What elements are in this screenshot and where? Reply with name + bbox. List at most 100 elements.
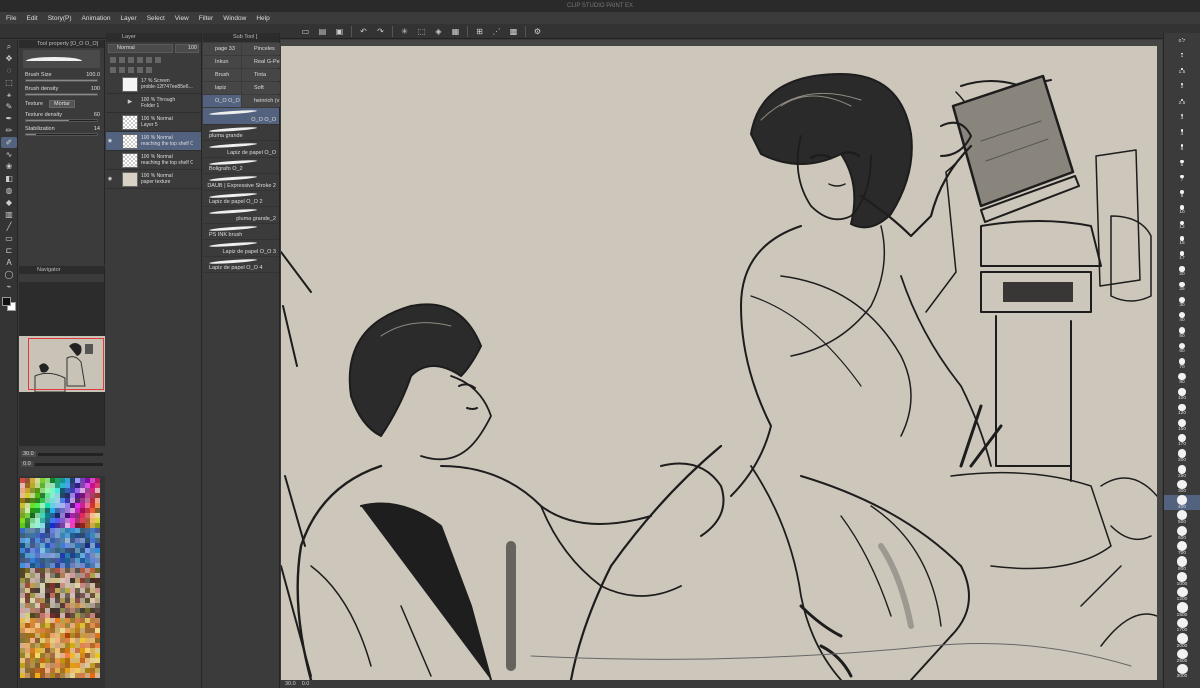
- brush-size-preset[interactable]: 1: [1164, 48, 1200, 63]
- draft-icon[interactable]: [128, 57, 134, 63]
- pen-tool-icon[interactable]: ✒: [1, 113, 17, 124]
- text-tool-icon[interactable]: A: [1, 257, 17, 268]
- sub-tool-group[interactable]: Inkun: [203, 56, 241, 68]
- menu-layer[interactable]: Layer: [120, 15, 136, 22]
- brush-size-preset[interactable]: 2000: [1164, 633, 1200, 649]
- fill-tool-icon[interactable]: ◆: [1, 197, 17, 208]
- sub-tool-group[interactable]: O_O O_O: [203, 95, 241, 107]
- brush-size-preset[interactable]: 30: [1164, 295, 1200, 310]
- brush-size-preset[interactable]: 120: [1164, 402, 1200, 417]
- brush-size-preset[interactable]: 1.5: [1164, 64, 1200, 79]
- menu-select[interactable]: Select: [147, 15, 165, 22]
- brush-size-preset[interactable]: 7: [1164, 172, 1200, 187]
- zoom-slider[interactable]: [37, 452, 103, 456]
- brush-size-preset[interactable]: 12: [1164, 218, 1200, 233]
- sub-tool-group[interactable]: Brush: [203, 69, 241, 81]
- ruler-tool-icon[interactable]: ⊏: [1, 245, 17, 256]
- merge-down-icon[interactable]: [137, 67, 143, 73]
- stabilization-slider[interactable]: [25, 133, 98, 136]
- brush-size-preset[interactable]: 60: [1164, 341, 1200, 356]
- menu-file[interactable]: File: [6, 15, 16, 22]
- eraser-tool-icon[interactable]: ◧: [1, 173, 17, 184]
- brush-item[interactable]: PS INK brush: [203, 224, 279, 240]
- decoration-tool-icon[interactable]: ❀: [1, 161, 17, 172]
- navigator-view-frame[interactable]: [28, 338, 104, 390]
- new-file-icon[interactable]: ▭: [300, 26, 311, 37]
- brush-size-preset[interactable]: 10: [1164, 202, 1200, 217]
- visibility-eye-icon[interactable]: ◉: [106, 176, 114, 182]
- texture-select[interactable]: Mortar: [49, 100, 75, 108]
- brush-size-preset[interactable]: 1000: [1164, 571, 1200, 587]
- grid-icon[interactable]: ▩: [508, 26, 519, 37]
- canvas-area[interactable]: [281, 40, 1162, 680]
- frame-tool-icon[interactable]: ▭: [1, 233, 17, 244]
- brush-size-preset[interactable]: 250: [1164, 464, 1200, 479]
- color-chips[interactable]: [1, 296, 17, 314]
- layer-row[interactable]: ◉ 100 % Normalreaching the top shelf Copy: [106, 132, 201, 151]
- lasso-tool-icon[interactable]: ◌: [1, 65, 17, 76]
- menu-window[interactable]: Window: [223, 15, 246, 22]
- lock-icon[interactable]: [137, 57, 143, 63]
- new-vector-layer-icon[interactable]: [119, 67, 125, 73]
- navigator-tab[interactable]: Navigator: [19, 266, 104, 274]
- ruler-snap-icon[interactable]: ⊞: [474, 26, 485, 37]
- brush-size-preset[interactable]: 15: [1164, 233, 1200, 248]
- crop-icon[interactable]: ▦: [450, 26, 461, 37]
- rotation-slider[interactable]: [34, 462, 103, 466]
- select-tool-icon[interactable]: ⬚: [1, 77, 17, 88]
- brush-size-preset[interactable]: 800: [1164, 556, 1200, 572]
- settings-icon[interactable]: ⚙: [532, 26, 543, 37]
- sub-tool-group[interactable]: heinrich (v: [242, 95, 280, 107]
- menu-animation[interactable]: Animation: [82, 15, 111, 22]
- brush-size-preset[interactable]: 3000: [1164, 664, 1200, 679]
- move-tool-icon[interactable]: ✥: [1, 53, 17, 64]
- figure-tool-icon[interactable]: ╱: [1, 221, 17, 232]
- blend-tool-icon[interactable]: ◍: [1, 185, 17, 196]
- brush-density-slider[interactable]: [25, 93, 98, 96]
- airbrush-tool-icon[interactable]: ∿: [1, 149, 17, 160]
- brush-size-preset[interactable]: 25: [1164, 279, 1200, 294]
- texture-density-slider[interactable]: [25, 119, 98, 122]
- sub-tool-group[interactable]: Pinceles: [242, 43, 280, 55]
- layer-row[interactable]: ◉ 100 % Normal paper texture: [106, 170, 201, 189]
- tool-property-tab[interactable]: Tool property [O_O O_O]: [19, 40, 104, 48]
- brush-tool-icon[interactable]: ✐: [1, 137, 17, 148]
- brush-size-preset[interactable]: 300: [1164, 479, 1200, 494]
- sub-tool-tab[interactable]: Sub Tool [: [203, 33, 279, 42]
- status-angle[interactable]: 0.0: [302, 681, 310, 687]
- magic-wand-icon[interactable]: ⚹: [1, 89, 17, 100]
- new-layer-icon[interactable]: [110, 67, 116, 73]
- brush-item[interactable]: DAUB | Expressive Stroke 2: [203, 174, 279, 191]
- brush-item[interactable]: Lapiz de papel O_O 4: [203, 257, 279, 273]
- brush-size-preset[interactable]: 17: [1164, 248, 1200, 263]
- visibility-eye-icon[interactable]: ◉: [106, 138, 114, 144]
- layer-row[interactable]: 100 % Normalreaching the top shelf Copy: [106, 151, 201, 170]
- brush-size-preset[interactable]: 200: [1164, 449, 1200, 464]
- menu-help[interactable]: Help: [256, 15, 269, 22]
- clear-icon[interactable]: ✳: [399, 26, 410, 37]
- fill-icon[interactable]: ◈: [433, 26, 444, 37]
- foreground-color-chip[interactable]: [2, 297, 11, 306]
- brush-size-preset[interactable]: 400: [1164, 494, 1200, 511]
- correct-line-tool-icon[interactable]: ⌁: [1, 281, 17, 292]
- mask-icon[interactable]: [155, 57, 161, 63]
- brush-size-preset[interactable]: 1500: [1164, 602, 1200, 618]
- brush-size-preset[interactable]: 2500: [1164, 648, 1200, 664]
- clip-icon[interactable]: [110, 57, 116, 63]
- brush-size-preset[interactable]: 5: [1164, 141, 1200, 156]
- navigator-zoom-value[interactable]: 30.0: [21, 451, 36, 457]
- brush-item[interactable]: pluma grande: [203, 125, 279, 141]
- gradient-tool-icon[interactable]: ▥: [1, 209, 17, 220]
- eyedropper-icon[interactable]: ✎: [1, 101, 17, 112]
- new-folder-icon[interactable]: [128, 67, 134, 73]
- brush-size-preset[interactable]: 600: [1164, 525, 1200, 541]
- brush-size-preset[interactable]: 6: [1164, 156, 1200, 171]
- brush-size-preset[interactable]: 1200: [1164, 587, 1200, 602]
- brush-size-preset[interactable]: 150: [1164, 418, 1200, 433]
- brush-item[interactable]: Lapiz de papel O_O 3: [203, 240, 279, 257]
- brush-size-preset[interactable]: 170: [1164, 433, 1200, 448]
- reference-icon[interactable]: [119, 57, 125, 63]
- delete-layer-icon[interactable]: [146, 67, 152, 73]
- brush-size-preset[interactable]: 2: [1164, 79, 1200, 94]
- canvas-paper[interactable]: [281, 46, 1158, 680]
